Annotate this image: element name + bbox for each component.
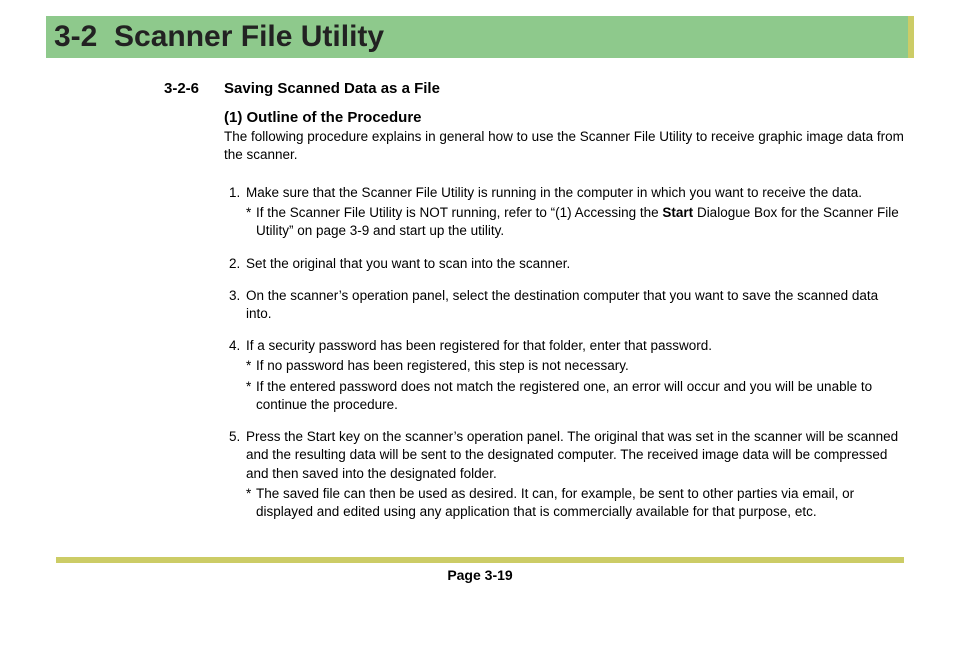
step-note: *The saved file can then be used as desi… xyxy=(246,485,904,521)
section-title: Saving Scanned Data as a File xyxy=(224,80,904,97)
asterisk-icon: * xyxy=(246,485,256,521)
page-container: 3-2 Scanner File Utility 3-2-6 Saving Sc… xyxy=(0,0,954,603)
note-text: The saved file can then be used as desir… xyxy=(256,485,904,521)
chapter-number: 3-2 xyxy=(54,20,97,53)
content-area: 3-2-6 Saving Scanned Data as a File (1) … xyxy=(164,80,904,536)
step-text: If a security password has been register… xyxy=(246,338,712,353)
section-heading-row: 3-2-6 Saving Scanned Data as a File (1) … xyxy=(164,80,904,536)
step-note: *If the entered password does not match … xyxy=(246,378,904,414)
asterisk-icon: * xyxy=(246,378,256,414)
step-item: If a security password has been register… xyxy=(244,337,904,414)
asterisk-icon: * xyxy=(246,204,256,240)
step-text: Set the original that you want to scan i… xyxy=(246,256,570,271)
step-note: *If no password has been registered, thi… xyxy=(246,357,904,375)
subsection-title: (1) Outline of the Procedure xyxy=(224,109,904,126)
step-item: Press the Start key on the scanner’s ope… xyxy=(244,428,904,521)
step-item: On the scanner’s operation panel, select… xyxy=(244,287,904,323)
chapter-title-bar: 3-2 Scanner File Utility xyxy=(46,16,914,58)
section-number: 3-2-6 xyxy=(164,80,210,536)
asterisk-icon: * xyxy=(246,357,256,375)
note-text: If the entered password does not match t… xyxy=(256,378,904,414)
step-item: Make sure that the Scanner File Utility … xyxy=(244,184,904,241)
step-text: On the scanner’s operation panel, select… xyxy=(246,288,878,321)
section-body: Saving Scanned Data as a File (1) Outlin… xyxy=(224,80,904,536)
step-text: Press the Start key on the scanner’s ope… xyxy=(246,429,898,480)
steps-list: Make sure that the Scanner File Utility … xyxy=(224,184,904,521)
step-text: Make sure that the Scanner File Utility … xyxy=(246,185,862,200)
step-item: Set the original that you want to scan i… xyxy=(244,255,904,273)
chapter-title: 3-2 Scanner File Utility xyxy=(54,16,908,58)
step-note: *If the Scanner File Utility is NOT runn… xyxy=(246,204,904,240)
intro-text: The following procedure explains in gene… xyxy=(224,128,904,164)
note-text: If the Scanner File Utility is NOT runni… xyxy=(256,204,904,240)
footer-rule xyxy=(56,557,904,563)
page-number: Page 3-19 xyxy=(46,567,914,583)
chapter-name: Scanner File Utility xyxy=(114,20,384,53)
note-text: If no password has been registered, this… xyxy=(256,357,904,375)
